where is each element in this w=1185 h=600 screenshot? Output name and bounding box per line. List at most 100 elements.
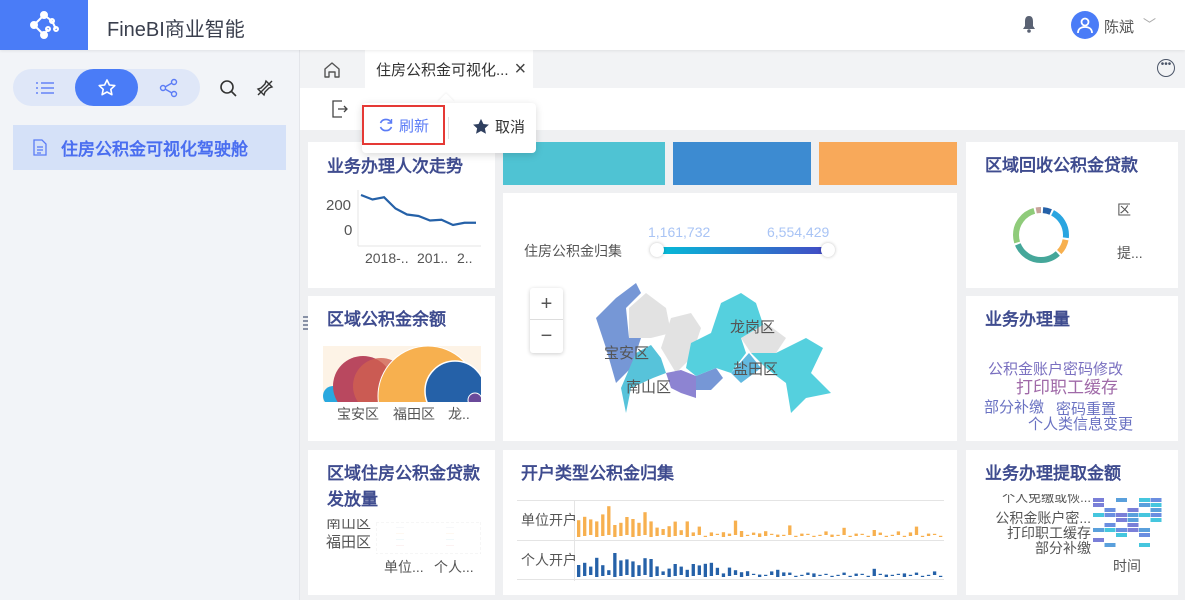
col-label: 个人... [434, 559, 474, 575]
user-avatar[interactable] [1071, 11, 1099, 39]
bar-personal [601, 565, 605, 576]
bar-unit [685, 521, 689, 537]
export-icon[interactable] [332, 100, 348, 118]
bar-unit [800, 533, 804, 536]
region-label: 盐田区 [733, 361, 779, 378]
bar-personal [776, 569, 780, 577]
refresh-button[interactable]: 刷新 [362, 105, 445, 145]
bar-personal [715, 567, 720, 575]
bar-unit [613, 525, 617, 537]
cancel-favorite-button[interactable]: 取消 [472, 116, 525, 137]
map-card[interactable]: 住房公积金归集 1,161,732 6,554,429 + − 龙岗区 宝安区 … [503, 193, 957, 441]
bar-personal [890, 574, 895, 576]
bar-unit [751, 532, 756, 535]
list-view-button[interactable] [13, 69, 76, 106]
bar-unit [860, 533, 864, 535]
bar-unit [727, 533, 732, 536]
bar-personal [751, 573, 756, 575]
y-tick: 200 [326, 197, 352, 214]
recovery-card[interactable]: 区域回收公积金贷款 区 提... [966, 142, 1178, 288]
bar-unit [661, 529, 665, 535]
bar-personal [824, 573, 828, 575]
color-block-orange[interactable] [819, 142, 957, 185]
svg-text:········: ········ [446, 543, 454, 547]
bar-unit [782, 534, 786, 536]
card-title: 业务办理人次走势 [327, 157, 463, 176]
legend-max-handle[interactable] [821, 243, 835, 257]
bar-unit [607, 506, 611, 535]
svg-text:········: ········ [446, 525, 454, 529]
close-icon[interactable]: × [515, 58, 527, 81]
bar-unit [884, 535, 888, 537]
sidebar-item-dashboard[interactable]: 住房公积金可视化驾驶舱 [13, 125, 286, 170]
bar-unit [938, 535, 943, 537]
bell-icon[interactable] [1021, 15, 1037, 33]
bar-unit [691, 532, 695, 536]
legend-min-handle[interactable] [650, 243, 664, 257]
trend-line-chart [357, 190, 481, 247]
svg-text:········: ········ [446, 537, 454, 541]
finebi-logo[interactable] [0, 0, 88, 50]
balance-card[interactable]: 区域公积金余额 宝安区 福田区 龙.. [308, 296, 495, 441]
bar-unit [776, 534, 780, 537]
tab-home[interactable] [300, 50, 364, 88]
heat-cell [1150, 518, 1162, 522]
color-block-blue[interactable] [673, 142, 811, 185]
bar-personal [589, 566, 593, 575]
bar-personal [926, 574, 931, 576]
heat-cell [1116, 498, 1127, 502]
withdraw-card[interactable]: 业务办理提取金额 个人免缴或恢... 公积金账户密... 打印职工缓存 部分补缴… [966, 450, 1178, 595]
region-guangming [629, 293, 671, 338]
heat-cell [1116, 518, 1127, 522]
unpin-icon[interactable] [256, 79, 274, 97]
bar-personal [788, 572, 792, 575]
search-icon[interactable] [219, 79, 237, 97]
bar-personal [782, 572, 786, 576]
volume-card[interactable]: 业务办理量 公积金账户密码修改 打印职工缓存 部分补缴 密码重置 个人类信息变更 [966, 296, 1178, 441]
bar-personal [812, 573, 816, 577]
region-label: 宝安区 [604, 345, 650, 362]
trend-card[interactable]: 业务办理人次走势 200 0 2018-.. 201.. 2.. [308, 142, 495, 288]
bar-unit [872, 530, 876, 536]
bar-unit [625, 517, 629, 535]
bar-personal [860, 573, 864, 575]
heat-cell [1150, 508, 1162, 512]
tab-dashboard[interactable]: 住房公积金可视化... × [365, 50, 533, 88]
legend-item: 区 [1117, 202, 1131, 218]
bar-personal [679, 566, 683, 575]
svg-text:········: ········ [396, 543, 404, 547]
row-label: 个人开户 [521, 552, 577, 568]
bar-unit [709, 532, 714, 536]
bar-unit [818, 534, 822, 536]
bar-unit [890, 534, 895, 536]
loan-issue-card[interactable]: 区域住房公积金贷款发放量 南山区 福田区 ········ ········ ···… [308, 450, 495, 595]
heat-cell [1104, 523, 1116, 527]
bar-personal [757, 574, 762, 577]
zoom-in-button[interactable]: + [530, 288, 563, 320]
bar-unit [824, 531, 828, 535]
bar-unit [842, 527, 846, 535]
bar-unit [703, 535, 708, 537]
bar-unit [788, 525, 792, 535]
more-options-icon[interactable]: ••• [1157, 59, 1175, 77]
bar-unit [830, 534, 834, 537]
chevron-down-icon[interactable]: ﹀ [1143, 14, 1156, 33]
share-button[interactable] [137, 69, 200, 106]
bar-personal [806, 572, 810, 575]
bar-unit [806, 533, 810, 535]
bar-personal [709, 562, 714, 576]
bar-personal [619, 560, 623, 576]
zoom-control: + − [530, 288, 563, 353]
account-type-card[interactable]: 开户类型公积金归集 单位开户 个人开户 [503, 450, 957, 595]
svg-text:········: ········ [446, 531, 454, 535]
bar-personal [854, 573, 858, 576]
bar-unit [908, 532, 913, 536]
word: 打印职工缓存 [1016, 378, 1118, 397]
x-tick: 2018-.. [365, 250, 409, 266]
favorites-button[interactable] [75, 69, 138, 106]
user-name[interactable]: 陈斌 [1104, 16, 1134, 37]
heat-cell [1093, 513, 1104, 517]
account-bar-chart [577, 506, 943, 577]
zoom-out-button[interactable]: − [530, 320, 563, 352]
bar-personal [673, 564, 677, 576]
